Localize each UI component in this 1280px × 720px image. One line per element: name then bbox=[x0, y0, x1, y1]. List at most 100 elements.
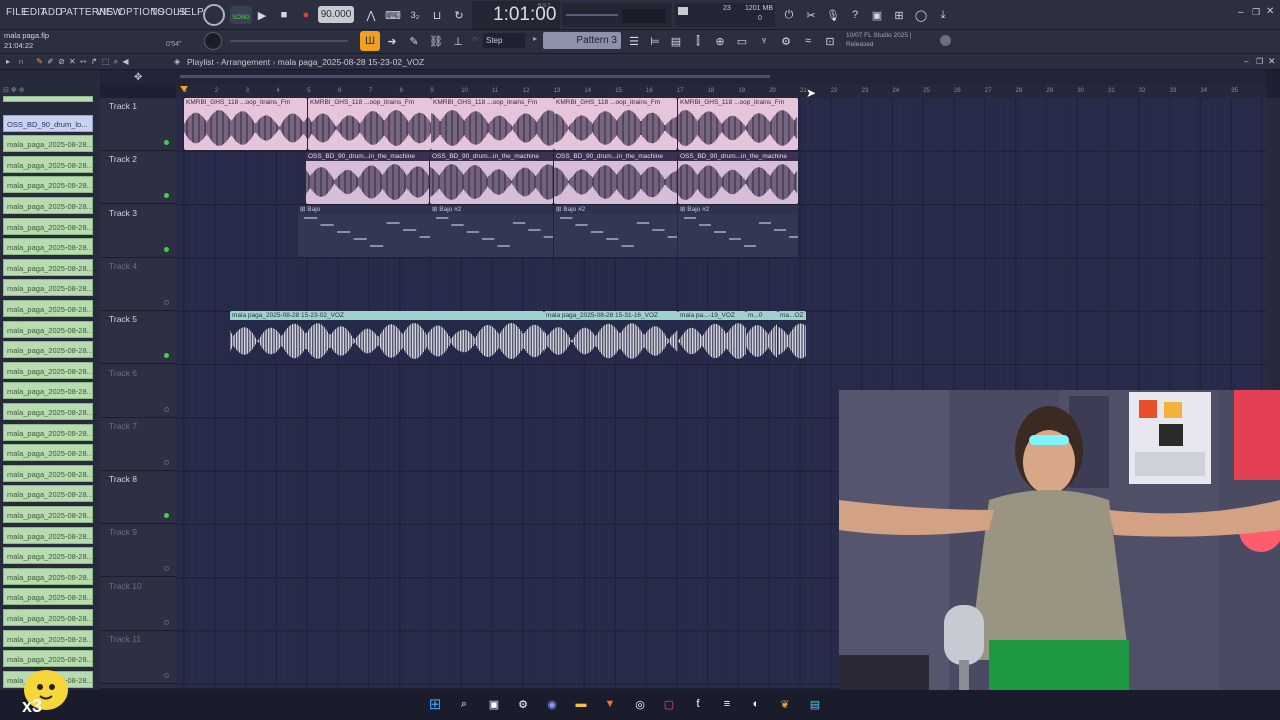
track-mute-led-icon[interactable] bbox=[164, 459, 169, 465]
typing-keyboard-icon[interactable]: ⌨ bbox=[383, 5, 403, 25]
cpu-graph-icon[interactable]: ⏻ bbox=[779, 5, 799, 25]
browser-item[interactable]: mala_paga_2025-08-28... bbox=[3, 382, 93, 400]
brave-browser-icon[interactable]: ▼ bbox=[601, 695, 619, 713]
playlist-clip[interactable]: OSS_BD_90_drum...in_the_machine bbox=[554, 152, 677, 204]
playlist-clip[interactable]: mala paga_2025-08-28 15-23-02_VOZ bbox=[230, 311, 544, 363]
notepad-icon[interactable]: ▤ bbox=[806, 695, 824, 713]
touch-keyboard-icon[interactable]: ♆ bbox=[754, 31, 774, 51]
task-view-icon[interactable]: ▣ bbox=[485, 695, 503, 713]
pitch-knob[interactable] bbox=[204, 32, 222, 50]
piano-roll-icon[interactable]: ☰ bbox=[624, 31, 644, 51]
help-icon[interactable]: ? bbox=[845, 5, 865, 25]
playlist-clip[interactable]: OSS_BD_90_drum...in_the_machine bbox=[306, 152, 429, 204]
track-mute-led-icon[interactable] bbox=[164, 673, 169, 678]
browser-item[interactable]: mala_paga_2025-08-28... bbox=[3, 341, 93, 359]
pattern-selector[interactable]: Pattern 3 bbox=[543, 32, 621, 49]
horizontal-scrollbar[interactable] bbox=[180, 75, 770, 78]
tempo-display[interactable]: 90.000 bbox=[318, 6, 354, 23]
maximize-window-icon[interactable]: ❐ bbox=[1252, 7, 1260, 18]
play-button[interactable]: ▶ bbox=[252, 5, 272, 25]
track-header[interactable]: Track 5 bbox=[100, 311, 176, 365]
playback-tool-icon[interactable]: ◀ bbox=[122, 57, 128, 66]
link-icon[interactable]: ⛓ bbox=[426, 31, 446, 51]
track-mute-led-icon[interactable] bbox=[164, 566, 169, 572]
browser-item[interactable]: mala_paga_2025-08-28... bbox=[3, 279, 93, 297]
chrome-icon[interactable]: ◎ bbox=[631, 695, 649, 713]
browser-item[interactable]: mala_paga_2025-08-28... bbox=[3, 650, 93, 668]
track-mute-led-icon[interactable] bbox=[164, 246, 169, 252]
playlist-clip[interactable]: m...0 bbox=[746, 311, 778, 363]
metronome-dial-icon[interactable] bbox=[203, 4, 225, 26]
playlist-clip[interactable]: ⊞ Bajo #2 bbox=[430, 205, 553, 257]
playlist-menu-icon[interactable]: ◈ bbox=[174, 57, 180, 66]
microphone-icon[interactable]: 🎙 bbox=[823, 5, 843, 25]
zoom-tool-icon[interactable]: ⌕ bbox=[114, 57, 118, 66]
track-header[interactable]: Track 2 bbox=[100, 151, 176, 205]
playlist-clip[interactable]: KMRBI_GHS_118 ...oop_itrains_Fm bbox=[554, 98, 677, 150]
close-window-icon[interactable]: ✕ bbox=[1266, 6, 1274, 17]
browser-item[interactable]: mala_paga_2025-08-28... bbox=[3, 238, 93, 256]
browser-item[interactable]: mala_paga_2025-08-28... bbox=[3, 217, 93, 235]
discord-icon[interactable]: ◉ bbox=[543, 695, 561, 713]
playlist-clip[interactable]: ⊞ Bajo #2 bbox=[554, 205, 677, 257]
step-edit-icon[interactable]: 3₂ bbox=[405, 5, 425, 25]
track-header[interactable]: Track 1 bbox=[100, 98, 176, 151]
cut-tool-icon[interactable]: ✂ bbox=[801, 5, 821, 25]
song-start-marker-icon[interactable] bbox=[180, 86, 188, 92]
browser-item[interactable]: mala_paga_2025-08-28... bbox=[3, 609, 93, 626]
track-mute-led-icon[interactable] bbox=[164, 353, 169, 359]
track-mute-led-icon[interactable] bbox=[164, 619, 169, 625]
draw-tool-icon[interactable]: ✎ bbox=[36, 57, 43, 66]
steam-icon[interactable]: ⚙ bbox=[514, 695, 532, 713]
playlist-maximize-icon[interactable]: ❐ bbox=[1256, 57, 1263, 66]
track-mute-led-icon[interactable] bbox=[164, 299, 169, 305]
playlist-clip[interactable]: OSS_BD_90_drum...in_the_machine bbox=[430, 152, 553, 204]
playlist-clip[interactable]: ⊞ Bajo bbox=[298, 205, 430, 257]
chat-icon[interactable]: ◯ bbox=[911, 5, 931, 25]
magnet-snap-icon[interactable]: ∩ bbox=[18, 57, 24, 66]
browser-item[interactable]: mala_paga_2025-08-28... bbox=[3, 403, 93, 420]
delete-tool-icon[interactable]: ⊘ bbox=[58, 57, 65, 66]
plugin-picker-icon[interactable]: ⊕ bbox=[710, 31, 730, 51]
record-button[interactable]: ● bbox=[296, 5, 316, 25]
playlist-minimize-icon[interactable]: – bbox=[1244, 57, 1248, 66]
playlist-button[interactable]: Ш bbox=[360, 31, 380, 51]
browser-item[interactable]: mala_paga_2025-08-28... bbox=[3, 485, 93, 503]
windows-start-icon[interactable]: ⊞ bbox=[426, 695, 444, 713]
track-header[interactable]: Track 9 bbox=[100, 524, 176, 578]
browser-item[interactable]: mala_paga_2025-08-28... bbox=[3, 506, 93, 523]
browser-item[interactable]: mala_paga_2025-08-28... bbox=[3, 197, 93, 214]
browser-item[interactable]: mala_paga_2025-08-28... bbox=[3, 464, 93, 482]
online-globe-icon[interactable] bbox=[940, 35, 951, 46]
playlist-clip[interactable]: ma...OZ bbox=[778, 311, 806, 363]
magnet-icon[interactable]: ∩ bbox=[472, 34, 478, 43]
track-mute-led-icon[interactable] bbox=[164, 140, 169, 145]
snap-selector[interactable]: Step bbox=[483, 33, 525, 48]
news-headline[interactable]: 10/07 FL Studio 2025 | bbox=[846, 32, 911, 39]
paint-tool-icon[interactable]: ✐ bbox=[47, 57, 54, 66]
playlist-close-icon[interactable]: ✕ bbox=[1268, 56, 1276, 67]
download-icon[interactable]: ⤓ bbox=[933, 5, 953, 25]
browser-item[interactable]: mala_paga_2025-08-28... bbox=[3, 258, 93, 276]
save-icon[interactable]: ▣ bbox=[867, 5, 887, 25]
browser-item[interactable]: mala_paga_2025-08-28... bbox=[3, 155, 93, 173]
loop-record-icon[interactable]: ↻ bbox=[449, 5, 469, 25]
playlist-clip[interactable]: OSS_BD_90_drum...in_the_machine bbox=[678, 152, 798, 204]
browser-item[interactable]: mala_paga_2025-08-28... bbox=[3, 176, 93, 194]
slip-tool-icon[interactable]: ⇿ bbox=[80, 57, 87, 66]
pattern-prev-arrow-icon[interactable]: ▸ bbox=[533, 34, 537, 43]
track-header[interactable]: Track 6 bbox=[100, 365, 176, 418]
plugin-icon[interactable]: ⚙ bbox=[776, 31, 796, 51]
slice-tool-icon[interactable]: ↱ bbox=[91, 57, 98, 66]
menu-help[interactable]: HELP bbox=[177, 7, 204, 18]
mixer-icon[interactable]: ⫿ bbox=[688, 31, 708, 51]
plugin-database-icon[interactable]: ⊞ bbox=[889, 5, 909, 25]
app-tile-icon[interactable]: ▢ bbox=[660, 695, 678, 713]
browser-item[interactable]: mala_paga_2025-08-28... bbox=[3, 444, 93, 462]
track-header[interactable]: Track 7 bbox=[100, 418, 176, 471]
song-mode-toggle[interactable]: SONG bbox=[230, 6, 252, 24]
mute-tool-icon[interactable]: ✕ bbox=[69, 57, 76, 66]
track-header[interactable]: Track 4 bbox=[100, 258, 176, 311]
browser-item[interactable]: mala_paga_2025-08-28... bbox=[3, 547, 93, 565]
stem-separation-icon[interactable]: ≈ bbox=[798, 31, 818, 51]
